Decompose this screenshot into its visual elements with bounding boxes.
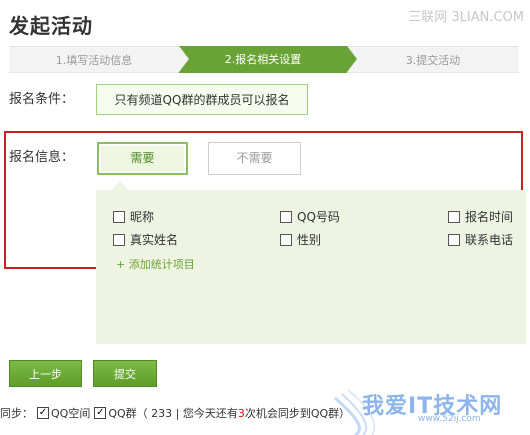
step-3: 3.提交活动 — [347, 46, 519, 73]
panel-pointer-icon — [111, 181, 129, 190]
step-arrow-icon — [179, 46, 189, 72]
prev-button[interactable]: 上一步 — [9, 360, 82, 387]
sync-count: 3 — [237, 407, 245, 420]
step-indicator: 1.填写活动信息 2.报名相关设置 3.提交活动 — [9, 46, 519, 73]
option-nickname[interactable]: 昵称 — [113, 209, 154, 225]
checkbox-icon[interactable] — [113, 233, 125, 246]
step-2-active: 2.报名相关设置 — [179, 46, 347, 73]
info-label: 报名信息： — [9, 150, 75, 165]
page-title: 发起活动 — [9, 14, 93, 38]
need-button[interactable]: 需要 — [97, 142, 188, 175]
checkbox-icon[interactable] — [448, 233, 460, 246]
checkbox-icon[interactable] — [448, 210, 460, 223]
condition-value[interactable]: 只有频道QQ群的群成员可以报名 — [96, 84, 308, 115]
option-gender[interactable]: 性别 — [280, 232, 321, 248]
step-arrow-icon — [347, 46, 357, 72]
watermark-url: www.52ij.com — [418, 414, 481, 424]
option-real-name[interactable]: 真实姓名 — [113, 232, 178, 248]
option-signup-time[interactable]: 报名时间 — [448, 209, 513, 225]
checkbox-icon[interactable] — [280, 210, 292, 223]
sync-qqgroup-label: QQ群（ 233 | 您今天还有 — [108, 407, 238, 420]
checkbox-checked-icon[interactable]: ✓ — [37, 407, 49, 419]
watermark-top: 三联网 3LIAN.COM — [408, 10, 524, 25]
condition-label: 报名条件： — [9, 92, 75, 107]
checkbox-checked-icon[interactable]: ✓ — [94, 407, 107, 419]
sync-label: 同步： — [0, 407, 33, 420]
submit-button[interactable]: 提交 — [93, 360, 157, 387]
checkbox-icon[interactable] — [280, 233, 292, 246]
noneed-button[interactable]: 不需要 — [208, 142, 301, 175]
step-1: 1.填写活动信息 — [9, 46, 179, 73]
sync-row: 同步： ✓ QQ空间 ✓ QQ群（ 233 | 您今天还有3次机会同步到QQ群） — [0, 405, 350, 421]
checkbox-icon[interactable] — [113, 210, 125, 223]
option-phone[interactable]: 联系电话 — [448, 232, 513, 248]
add-field-link[interactable]: + 添加统计项目 — [116, 256, 195, 272]
sync-qzone-label: QQ空间 — [51, 407, 91, 420]
option-qq-number[interactable]: QQ号码 — [280, 209, 340, 225]
